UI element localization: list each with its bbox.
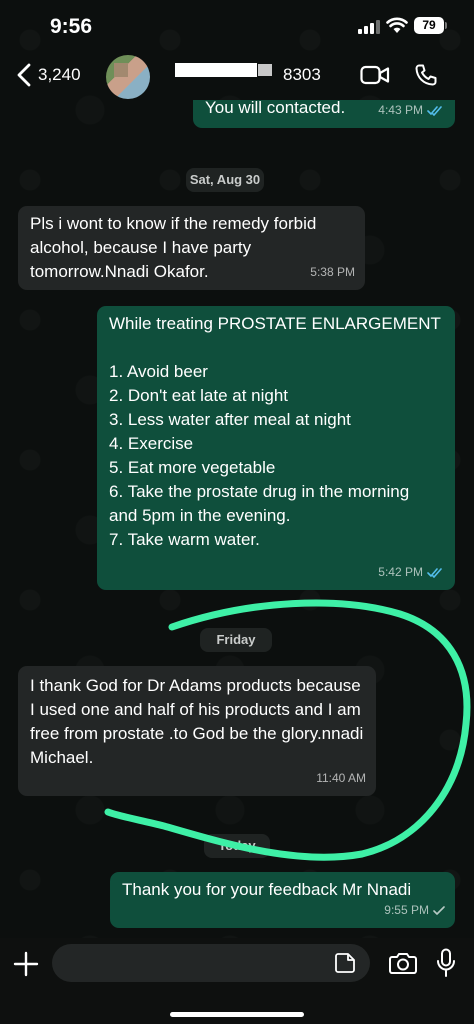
date-separator: Friday	[200, 628, 272, 652]
contact-avatar[interactable]	[106, 55, 150, 99]
unread-count[interactable]: 3,240	[38, 65, 81, 85]
message-meta: 5:38 PM	[310, 260, 355, 284]
status-time: 9:56	[50, 15, 93, 38]
message-list[interactable]: You will contacted. 4:43 PM Sat, Aug 30 …	[0, 100, 474, 938]
sent-check-icon	[433, 905, 445, 915]
message-meta: 5:42 PM	[378, 560, 445, 584]
message-time: 5:38 PM	[310, 265, 355, 279]
message-time: 11:40 AM	[316, 771, 366, 785]
camera-icon[interactable]	[389, 951, 417, 975]
date-separator: Today	[204, 834, 270, 858]
message-meta: 11:40 AM	[316, 766, 366, 790]
message-bubble-outgoing[interactable]: You will contacted. 4:43 PM	[193, 100, 455, 128]
read-receipt-icon	[427, 567, 442, 578]
message-bubble-incoming[interactable]: Pls i wont to know if the remedy forbid …	[18, 206, 365, 290]
redacted-name-bar	[175, 63, 257, 77]
battery-tip-icon	[445, 22, 447, 29]
signal-icon	[358, 20, 380, 34]
message-time: 9:55 PM	[384, 903, 429, 917]
read-receipt-icon	[427, 105, 442, 116]
microphone-icon[interactable]	[435, 948, 457, 978]
back-chevron-icon[interactable]	[12, 62, 38, 88]
video-call-icon[interactable]	[360, 64, 390, 86]
sticker-icon[interactable]	[334, 952, 356, 974]
message-bubble-outgoing[interactable]: While treating PROSTATE ENLARGEMENT 1. A…	[97, 306, 455, 590]
battery-indicator: 79	[414, 17, 444, 34]
phone-call-icon[interactable]	[414, 63, 438, 87]
status-bar: 9:56 79	[0, 0, 474, 50]
contact-name[interactable]: 8303	[283, 65, 321, 85]
redacted-name-block	[258, 64, 272, 76]
message-text: While treating PROSTATE ENLARGEMENT 1. A…	[109, 314, 441, 549]
message-bubble-incoming[interactable]: I thank God for Dr Adams products becaus…	[18, 666, 376, 796]
date-separator: Sat, Aug 30	[186, 168, 264, 192]
home-indicator	[170, 1012, 304, 1017]
message-input[interactable]	[66, 944, 330, 984]
message-bubble-outgoing[interactable]: Thank you for your feedback Mr Nnadi 9:5…	[110, 872, 455, 928]
message-meta: 4:43 PM	[378, 100, 445, 122]
message-text: I thank God for Dr Adams products becaus…	[30, 676, 364, 767]
wifi-icon	[386, 17, 408, 33]
message-meta: 9:55 PM	[384, 898, 445, 922]
composer-bar	[0, 938, 474, 1024]
message-text: Pls i wont to know if the remedy forbid …	[30, 214, 317, 281]
message-time: 4:43 PM	[378, 103, 423, 117]
message-time: 5:42 PM	[378, 565, 423, 579]
plus-icon[interactable]	[12, 950, 40, 978]
message-input-wrapper[interactable]	[52, 944, 370, 984]
